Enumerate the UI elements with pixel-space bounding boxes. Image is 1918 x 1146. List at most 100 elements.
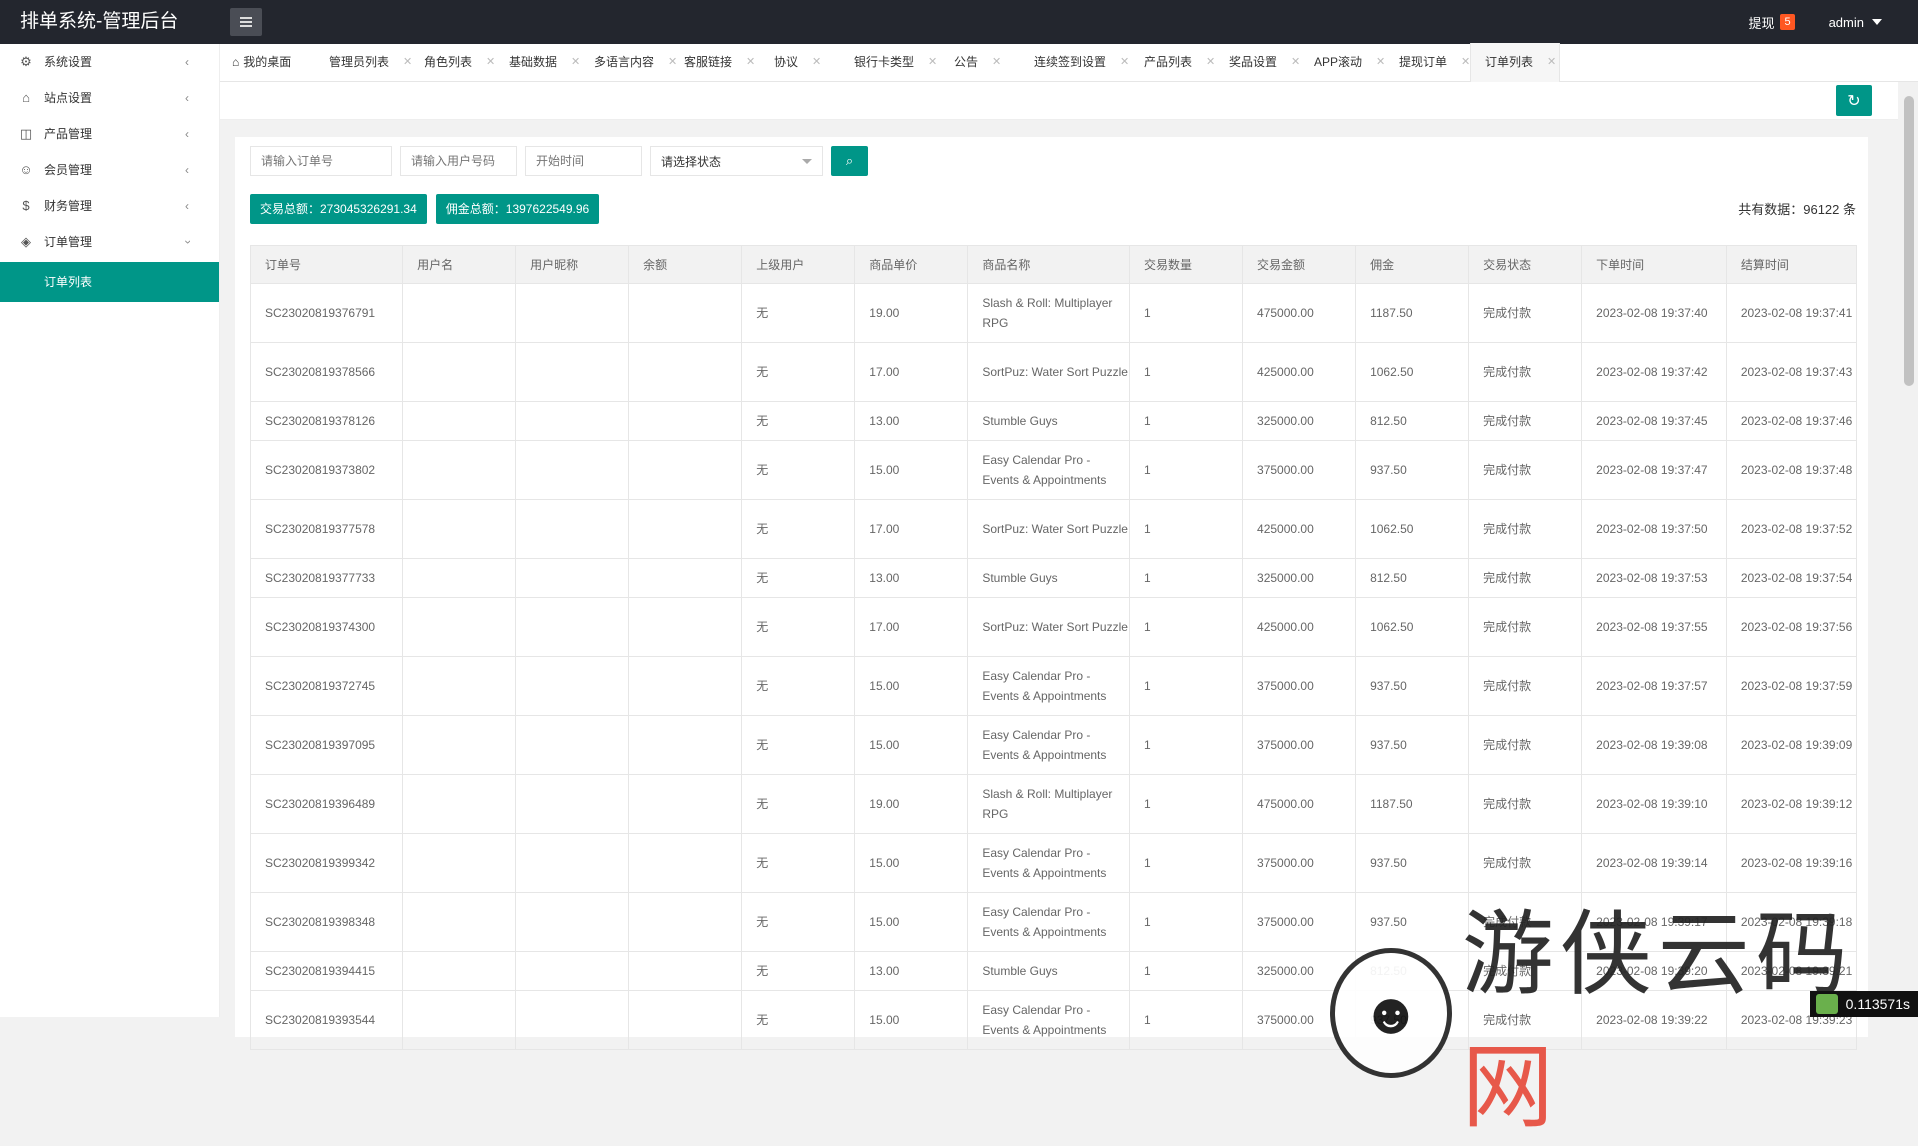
search-button[interactable]: ⌕: [831, 146, 868, 176]
user-number-input[interactable]: [400, 146, 517, 176]
tab-label: 角色列表: [424, 43, 472, 81]
sidebar-item-2[interactable]: ◫产品管理‹: [0, 116, 219, 152]
table-cell: 无: [742, 893, 855, 952]
chevron-left-icon: ‹: [185, 44, 189, 80]
column-header[interactable]: 交易金额: [1243, 246, 1356, 284]
close-icon[interactable]: ✕: [992, 43, 1001, 81]
caret-down-icon: [1872, 19, 1882, 25]
table-cell: 2023-02-08 19:37:42: [1582, 343, 1727, 402]
table-cell: 2023-02-08 19:37:41: [1726, 284, 1856, 343]
start-time-input[interactable]: [525, 146, 642, 176]
tab-14[interactable]: 订单列表✕: [1470, 43, 1560, 81]
column-header[interactable]: 上级用户: [742, 246, 855, 284]
table-cell: Easy Calendar Pro - Events & Appointment…: [968, 657, 1130, 716]
table-cell: [516, 559, 629, 598]
close-icon[interactable]: ✕: [1206, 43, 1215, 81]
tab-11[interactable]: 奖品设置✕: [1215, 43, 1300, 81]
tab-1[interactable]: 管理员列表✕: [315, 43, 410, 81]
close-icon[interactable]: ✕: [812, 43, 821, 81]
table-row[interactable]: SC23020819374300无17.00SortPuz: Water Sor…: [251, 598, 1857, 657]
column-header[interactable]: 结算时间: [1726, 246, 1856, 284]
tab-7[interactable]: 银行卡类型✕: [840, 43, 940, 81]
sidebar-item-0[interactable]: ⚙系统设置‹: [0, 44, 219, 80]
table-row[interactable]: SC23020819372745无15.00Easy Calendar Pro …: [251, 657, 1857, 716]
table-cell: 2023-02-08 19:37:46: [1726, 402, 1856, 441]
table-cell: [629, 834, 742, 893]
summary-row: 交易总额：273045326291.34 佣金总额：1397622549.96: [250, 194, 599, 224]
column-header[interactable]: 商品名称: [968, 246, 1130, 284]
table-cell: 13.00: [855, 952, 968, 991]
status-select[interactable]: 请选择状态: [650, 146, 823, 176]
close-icon[interactable]: ✕: [746, 43, 755, 81]
column-header[interactable]: 用户昵称: [516, 246, 629, 284]
tab-4[interactable]: 多语言内容✕: [580, 43, 670, 81]
menu-toggle-button[interactable]: [230, 8, 262, 36]
column-header[interactable]: 下单时间: [1582, 246, 1727, 284]
table-row[interactable]: SC23020819378126无13.00Stumble Guys132500…: [251, 402, 1857, 441]
sidebar-item-4[interactable]: $财务管理‹: [0, 188, 219, 224]
table-row[interactable]: SC23020819376791无19.00Slash & Roll: Mult…: [251, 284, 1857, 343]
tab-label: 管理员列表: [329, 43, 389, 81]
close-icon[interactable]: ✕: [1376, 43, 1385, 81]
column-header[interactable]: 商品单价: [855, 246, 968, 284]
column-header[interactable]: 余额: [629, 246, 742, 284]
close-icon[interactable]: ✕: [1547, 43, 1556, 81]
column-header[interactable]: 交易数量: [1129, 246, 1242, 284]
table-cell: [629, 991, 742, 1050]
scrollbar-thumb[interactable]: [1904, 96, 1914, 386]
sidebar-subitem-order-list[interactable]: 订单列表: [0, 262, 219, 302]
sidebar-item-3[interactable]: ☺会员管理‹: [0, 152, 219, 188]
table-cell: 812.50: [1356, 559, 1469, 598]
tab-0[interactable]: ⌂我的桌面: [220, 43, 315, 81]
refresh-button[interactable]: ↻: [1836, 85, 1872, 116]
table-cell: 19.00: [855, 284, 968, 343]
table-cell: [403, 834, 516, 893]
column-header[interactable]: 佣金: [1356, 246, 1469, 284]
table-row[interactable]: SC23020819378566无17.00SortPuz: Water Sor…: [251, 343, 1857, 402]
tab-9[interactable]: 连续签到设置✕: [1020, 43, 1130, 81]
column-header[interactable]: 订单号: [251, 246, 403, 284]
tab-10[interactable]: 产品列表✕: [1130, 43, 1215, 81]
order-number-input[interactable]: [250, 146, 392, 176]
tab-12[interactable]: APP滚动✕: [1300, 43, 1385, 81]
table-row[interactable]: SC23020819377578无17.00SortPuz: Water Sor…: [251, 500, 1857, 559]
close-icon[interactable]: ✕: [571, 43, 580, 81]
page-scrollbar[interactable]: [1900, 82, 1918, 1017]
close-icon[interactable]: ✕: [928, 43, 937, 81]
tab-6[interactable]: 协议✕: [760, 43, 840, 81]
app-title: 排单系统-管理后台: [20, 0, 178, 44]
table-cell: 无: [742, 775, 855, 834]
table-cell: [516, 991, 629, 1050]
table-row[interactable]: SC23020819373802无15.00Easy Calendar Pro …: [251, 441, 1857, 500]
table-cell: 无: [742, 284, 855, 343]
table-cell: [516, 657, 629, 716]
table-cell: 1: [1129, 500, 1242, 559]
table-cell: 937.50: [1356, 716, 1469, 775]
column-header[interactable]: 交易状态: [1469, 246, 1582, 284]
close-icon[interactable]: ✕: [486, 43, 495, 81]
close-icon[interactable]: ✕: [1120, 43, 1129, 81]
tab-3[interactable]: 基础数据✕: [495, 43, 580, 81]
table-row[interactable]: SC23020819396489无19.00Slash & Roll: Mult…: [251, 775, 1857, 834]
table-cell: 15.00: [855, 834, 968, 893]
table-row[interactable]: SC23020819397095无15.00Easy Calendar Pro …: [251, 716, 1857, 775]
sidebar-item-5[interactable]: ◈订单管理‹: [0, 224, 219, 260]
table-row[interactable]: SC23020819377733无13.00Stumble Guys132500…: [251, 559, 1857, 598]
sidebar-item-1[interactable]: ⌂站点设置‹: [0, 80, 219, 116]
table-cell: SortPuz: Water Sort Puzzle: [968, 343, 1130, 402]
table-cell: 1062.50: [1356, 598, 1469, 657]
tab-8[interactable]: 公告✕: [940, 43, 1020, 81]
user-menu[interactable]: admin: [1829, 15, 1882, 30]
tab-5[interactable]: 客服链接✕: [670, 43, 760, 81]
table-cell: 17.00: [855, 500, 968, 559]
close-icon[interactable]: ✕: [1291, 43, 1300, 81]
table-cell: 2023-02-08 19:37:40: [1582, 284, 1727, 343]
close-icon[interactable]: ✕: [1461, 43, 1470, 81]
tab-2[interactable]: 角色列表 ✕: [410, 43, 495, 81]
table-cell: [516, 893, 629, 952]
table-cell: 无: [742, 500, 855, 559]
table-cell: 15.00: [855, 441, 968, 500]
withdraw-link[interactable]: 提现 5: [1748, 13, 1794, 32]
column-header[interactable]: 用户名: [403, 246, 516, 284]
tab-13[interactable]: 提现订单✕: [1385, 43, 1470, 81]
